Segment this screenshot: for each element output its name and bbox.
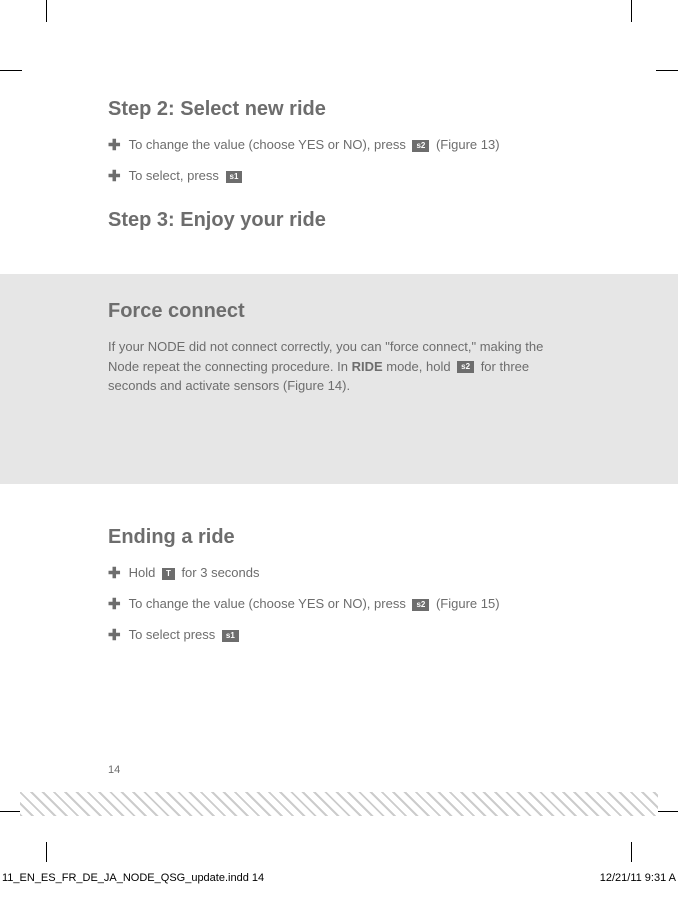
key-badge: s1: [226, 171, 243, 183]
list-item: ✚ Hold T for 3 seconds: [108, 563, 650, 584]
plus-icon: ✚: [108, 135, 121, 156]
crop-mark: [631, 0, 632, 22]
key-badge: s1: [222, 630, 239, 642]
crop-mark: [631, 842, 632, 862]
key-badge: s2: [412, 599, 429, 611]
plus-icon: ✚: [108, 594, 121, 615]
key-badge: s2: [412, 140, 429, 152]
footer-file: 11_EN_ES_FR_DE_JA_NODE_QSG_update.indd 1…: [0, 872, 264, 884]
page-content: Step 2: Select new ride ✚ To change the …: [0, 0, 678, 646]
plus-icon: ✚: [108, 166, 121, 187]
key-badge: s2: [457, 361, 474, 373]
step2-heading: Step 2: Select new ride: [108, 98, 650, 121]
crop-mark: [0, 70, 22, 71]
list-item: ✚ To change the value (choose YES or NO)…: [108, 135, 650, 156]
item-text: To change the value (choose YES or NO), …: [129, 595, 500, 613]
step3-heading: Step 3: Enjoy your ride: [108, 209, 650, 232]
list-item: ✚ To select, press s1: [108, 166, 650, 187]
ending-list: ✚ Hold T for 3 seconds ✚ To change the v…: [108, 563, 650, 646]
item-text: To select press s1: [129, 626, 242, 644]
page-number: 14: [108, 764, 120, 776]
item-text: Hold T for 3 seconds: [129, 564, 260, 582]
plus-icon: ✚: [108, 563, 121, 584]
ending-heading: Ending a ride: [108, 526, 650, 549]
list-item: ✚ To select press s1: [108, 625, 650, 646]
force-text: If your NODE did not connect correctly, …: [108, 337, 568, 396]
item-text: To change the value (choose YES or NO), …: [129, 136, 500, 154]
crop-mark: [0, 811, 22, 812]
step2-list: ✚ To change the value (choose YES or NO)…: [108, 135, 650, 187]
plus-icon: ✚: [108, 625, 121, 646]
force-connect-box: Force connect If your NODE did not conne…: [0, 274, 678, 484]
force-heading: Force connect: [108, 300, 650, 323]
key-badge: T: [162, 568, 175, 580]
list-item: ✚ To change the value (choose YES or NO)…: [108, 594, 650, 615]
crop-mark: [46, 842, 47, 862]
footer-date: 12/21/11 9:31 A: [600, 872, 678, 884]
crop-mark: [656, 70, 678, 71]
footer: 11_EN_ES_FR_DE_JA_NODE_QSG_update.indd 1…: [0, 872, 678, 884]
item-text: To select, press s1: [129, 167, 246, 185]
crop-mark: [46, 0, 47, 22]
crop-mark: [656, 811, 678, 812]
hatch-decoration: [20, 792, 658, 816]
